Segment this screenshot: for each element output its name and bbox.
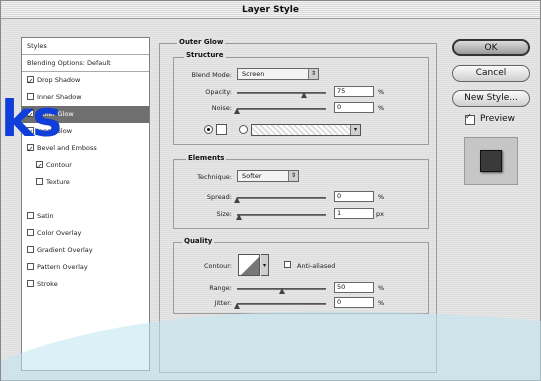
blend-mode-label: Blend Mode: bbox=[191, 71, 232, 79]
size-slider[interactable] bbox=[237, 214, 326, 216]
new-style-button[interactable]: New Style... bbox=[452, 90, 530, 107]
sidebar-item-satin[interactable]: Satin bbox=[22, 208, 149, 225]
chevron-updown-icon: ⇕ bbox=[288, 171, 298, 181]
color-overlay-checkbox[interactable] bbox=[27, 228, 34, 236]
elements-title: Elements bbox=[186, 154, 227, 162]
sidebar-item-stroke[interactable]: Stroke bbox=[22, 276, 149, 293]
jitter-unit: % bbox=[378, 299, 385, 307]
sidebar-item-label: Color Overlay bbox=[37, 229, 82, 237]
noise-field[interactable]: 0 bbox=[334, 102, 374, 113]
spread-unit: % bbox=[378, 193, 385, 201]
sidebar-item-gradient-overlay[interactable]: Gradient Overlay bbox=[22, 242, 149, 259]
spread-field[interactable]: 0 bbox=[334, 191, 374, 202]
gradient-picker[interactable]: ▾ bbox=[251, 124, 361, 136]
sidebar-item-blending-options[interactable]: Blending Options: Default bbox=[22, 55, 149, 72]
sidebar-item-label: Blending Options: Default bbox=[27, 59, 111, 67]
size-slider-thumb[interactable] bbox=[235, 214, 242, 220]
noise-slider[interactable] bbox=[237, 108, 326, 110]
size-label: Size: bbox=[216, 210, 232, 218]
size-unit: px bbox=[376, 210, 384, 218]
sidebar-item-contour[interactable]: Contour bbox=[22, 157, 149, 175]
opacity-slider-thumb[interactable] bbox=[300, 92, 307, 98]
opacity-unit: % bbox=[378, 88, 385, 96]
blend-mode-select[interactable]: Screen ⇕ bbox=[237, 68, 319, 80]
range-field[interactable]: 50 bbox=[334, 282, 374, 293]
structure-title: Structure bbox=[184, 51, 226, 59]
opacity-field[interactable]: 75 bbox=[334, 86, 374, 97]
gradient-radio[interactable] bbox=[239, 125, 248, 134]
spread-slider[interactable] bbox=[237, 197, 326, 199]
sidebar-item-label: Pattern Overlay bbox=[37, 263, 88, 271]
layer-style-dialog: Layer Style Styles Blending Options: Def… bbox=[0, 0, 541, 381]
jitter-field[interactable]: 0 bbox=[334, 297, 374, 308]
window-title: Layer Style bbox=[1, 1, 540, 19]
gradient-overlay-checkbox[interactable] bbox=[27, 245, 34, 253]
sidebar-item-color-overlay[interactable]: Color Overlay bbox=[22, 225, 149, 242]
contour-label: Contour: bbox=[203, 262, 232, 270]
preview-checkbox[interactable] bbox=[465, 112, 475, 125]
chevron-down-icon: ▾ bbox=[350, 125, 360, 135]
sidebar-item-styles[interactable]: Styles bbox=[22, 38, 149, 55]
sidebar-item-label: Drop Shadow bbox=[37, 76, 81, 84]
styles-list: Styles Blending Options: Default Drop Sh… bbox=[21, 37, 150, 371]
sidebar-item-label: Gradient Overlay bbox=[37, 246, 93, 254]
size-field[interactable]: 1 bbox=[334, 208, 374, 219]
solid-color-radio[interactable] bbox=[204, 125, 213, 134]
chevron-down-icon[interactable]: ▾ bbox=[261, 254, 269, 276]
sidebar-item-label: Texture bbox=[46, 178, 70, 186]
noise-unit: % bbox=[378, 104, 385, 112]
jitter-slider[interactable] bbox=[237, 303, 326, 305]
blend-mode-value: Screen bbox=[242, 70, 265, 78]
ok-button[interactable]: OK bbox=[452, 39, 530, 56]
technique-value: Softer bbox=[242, 172, 262, 180]
technique-label: Technique: bbox=[197, 173, 232, 181]
contour-curve-icon bbox=[241, 257, 259, 275]
pattern-overlay-checkbox[interactable] bbox=[27, 262, 34, 270]
contour-preview[interactable] bbox=[238, 254, 260, 276]
sidebar-item-pattern-overlay[interactable]: Pattern Overlay bbox=[22, 259, 149, 276]
satin-checkbox[interactable] bbox=[27, 211, 34, 219]
noise-slider-thumb[interactable] bbox=[234, 108, 240, 114]
anti-aliased-label: Anti-aliased bbox=[297, 262, 336, 270]
overlay-watermark-text: ks bbox=[1, 90, 62, 148]
drop-shadow-checkbox[interactable] bbox=[27, 73, 34, 90]
contour-checkbox[interactable] bbox=[36, 158, 43, 175]
range-slider-thumb[interactable] bbox=[278, 288, 285, 294]
sidebar-item-label: Contour bbox=[46, 161, 72, 169]
opacity-label: Opacity: bbox=[205, 88, 232, 96]
jitter-slider-thumb[interactable] bbox=[234, 303, 240, 309]
cancel-button[interactable]: Cancel bbox=[452, 65, 530, 82]
anti-aliased-checkbox[interactable] bbox=[284, 261, 291, 268]
stroke-checkbox[interactable] bbox=[27, 279, 34, 287]
sidebar-item-label: Satin bbox=[37, 212, 54, 220]
spread-label: Spread: bbox=[206, 193, 232, 201]
noise-label: Noise: bbox=[211, 104, 232, 112]
sidebar-item-drop-shadow[interactable]: Drop Shadow bbox=[22, 72, 149, 90]
chevron-updown-icon: ⇕ bbox=[308, 69, 318, 79]
technique-select[interactable]: Softer ⇕ bbox=[237, 170, 299, 182]
jitter-label: Jitter: bbox=[214, 299, 232, 307]
sidebar-item-label: Styles bbox=[27, 42, 47, 50]
spread-slider-thumb[interactable] bbox=[234, 197, 240, 203]
preview-label: Preview bbox=[480, 114, 516, 124]
sidebar-item-label: Stroke bbox=[37, 280, 58, 288]
opacity-slider[interactable] bbox=[237, 92, 326, 94]
sidebar-item-texture[interactable]: Texture bbox=[22, 174, 149, 191]
outer-glow-title: Outer Glow bbox=[177, 38, 226, 46]
preview-swatch bbox=[480, 150, 502, 172]
range-unit: % bbox=[378, 284, 385, 292]
range-label: Range: bbox=[209, 284, 232, 292]
quality-title: Quality bbox=[182, 237, 215, 245]
style-preview bbox=[464, 137, 518, 185]
glow-color-swatch[interactable] bbox=[216, 124, 227, 135]
texture-checkbox[interactable] bbox=[36, 177, 43, 185]
